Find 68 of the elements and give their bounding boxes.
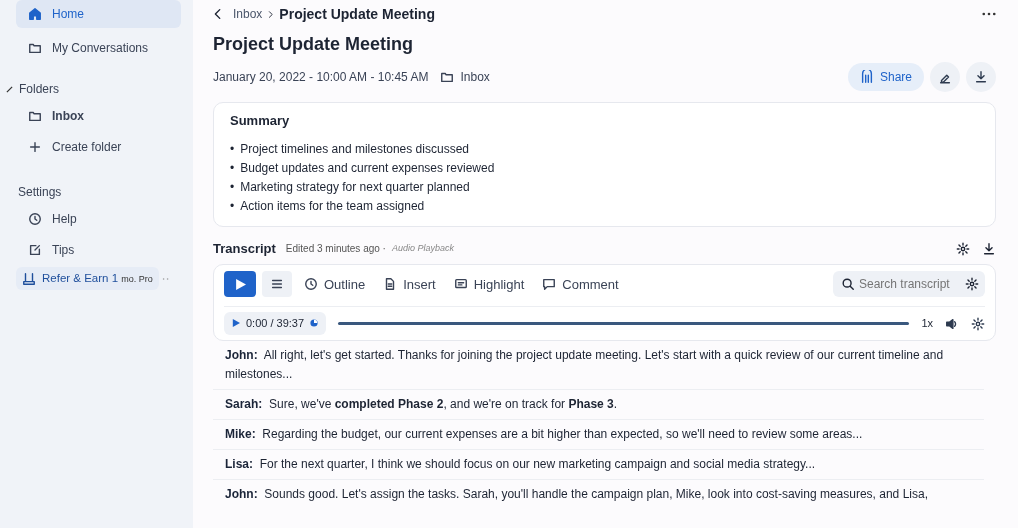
folder-icon bbox=[28, 41, 42, 55]
folder-icon bbox=[440, 70, 455, 85]
menu-button[interactable] bbox=[262, 271, 292, 298]
home-icon bbox=[28, 7, 42, 21]
edit-icon bbox=[28, 243, 42, 257]
download-button[interactable] bbox=[966, 61, 996, 92]
summary-bullet: Action items for the team assigned bbox=[240, 198, 425, 216]
search-field[interactable]: Search transcript bbox=[833, 271, 985, 298]
sidebar-item[interactable]: Inbox bbox=[16, 102, 181, 130]
summary-bullet: Budget updates and current expenses reviewed bbox=[240, 160, 495, 178]
settings-icon bbox=[971, 317, 985, 332]
clock-icon bbox=[304, 277, 318, 292]
bullet-marker: • bbox=[230, 198, 235, 216]
sidebar-item[interactable]: Tips bbox=[16, 236, 181, 264]
clock-icon bbox=[28, 212, 42, 226]
bullet-marker: • bbox=[230, 179, 235, 197]
folder-label: Inbox bbox=[460, 68, 490, 86]
transcript-line: Mike: Regarding the budget, our current expenses are a bit higher than expected, so we'll need to review some areas... bbox=[213, 419, 984, 450]
comment-icon bbox=[542, 277, 557, 292]
breadcrumb-current: Project Update Meeting bbox=[279, 4, 435, 24]
transcript-line: John: All right, let's get started. Thanks for joining the project update meeting. Let's start with a quick review of our current timeline and milestones... bbox=[213, 340, 984, 390]
section-heading: Folders bbox=[19, 81, 59, 98]
transcript-line: Lisa: For the next quarter, I think we should focus on our new marketing campaign and social media strategy... bbox=[213, 449, 984, 480]
edit-button[interactable] bbox=[930, 61, 960, 92]
transcript-heading: Transcript bbox=[213, 240, 276, 259]
tray-icon bbox=[22, 271, 36, 286]
settings-icon[interactable] bbox=[956, 241, 970, 256]
summary-bullet: Project timelines and milestones discussed bbox=[240, 141, 469, 159]
chevron-icon bbox=[266, 9, 276, 19]
toolbar-button[interactable]: Comment bbox=[536, 270, 625, 299]
download-icon bbox=[974, 69, 988, 84]
sidebar-item[interactable]: My Conversations bbox=[16, 34, 181, 62]
playback-label: Audio Playback bbox=[391, 242, 454, 256]
summary-bullet: Marketing strategy for next quarter planned bbox=[240, 179, 470, 197]
settings-icon bbox=[965, 277, 979, 292]
more-icon[interactable] bbox=[982, 12, 996, 16]
search-icon bbox=[841, 277, 855, 292]
play-icon bbox=[232, 319, 240, 328]
collapse-icon[interactable] bbox=[6, 85, 13, 93]
section-heading: Settings bbox=[18, 185, 62, 199]
bullet-marker: • bbox=[230, 160, 235, 178]
toolbar-button[interactable]: Highlight bbox=[447, 270, 531, 299]
share-icon bbox=[859, 69, 874, 84]
bullet-marker: • bbox=[230, 141, 235, 159]
sidebar-item[interactable]: Help bbox=[16, 205, 181, 233]
pie-icon bbox=[310, 319, 319, 328]
share-button[interactable]: Share bbox=[847, 62, 924, 91]
page-title: Project Update Meeting bbox=[213, 34, 415, 56]
folder-icon bbox=[28, 109, 42, 123]
refer-link[interactable]: Refer & Earn 1 mo. Pro bbox=[16, 267, 159, 291]
transcript-line: Sarah: Sure, we've completed Phase 2, and we're on track for Phase 3. bbox=[213, 389, 984, 420]
plus-icon bbox=[28, 140, 42, 154]
meeting-datetime: January 20, 2022 - 10:00 AM - 10:45 AM bbox=[213, 68, 429, 86]
player-time-control[interactable]: 0:00 / 39:37 bbox=[224, 312, 327, 335]
transcript-line: John: Sounds good. Let's assign the tasks. Sarah, you'll handle the campaign plan, Mike, look into cost-saving measures, and Lisa, bbox=[224, 485, 929, 503]
edited-label: Edited 3 minutes ago · bbox=[285, 242, 386, 257]
sidebar-item[interactable]: Create folder bbox=[16, 133, 181, 161]
breadcrumb-link[interactable]: Inbox bbox=[233, 5, 263, 23]
play-icon bbox=[234, 278, 246, 290]
toolbar-button[interactable]: Insert bbox=[377, 270, 442, 299]
toolbar-button[interactable]: Outline bbox=[298, 270, 372, 299]
sidebar-item[interactable]: Home bbox=[16, 0, 181, 28]
summary-heading: Summary bbox=[230, 111, 291, 130]
volume-icon bbox=[945, 317, 959, 332]
play-button[interactable] bbox=[224, 271, 256, 298]
download-icon[interactable] bbox=[982, 241, 996, 256]
audio-progress-track[interactable] bbox=[338, 321, 910, 325]
speed-label[interactable]: 1x bbox=[921, 315, 933, 332]
